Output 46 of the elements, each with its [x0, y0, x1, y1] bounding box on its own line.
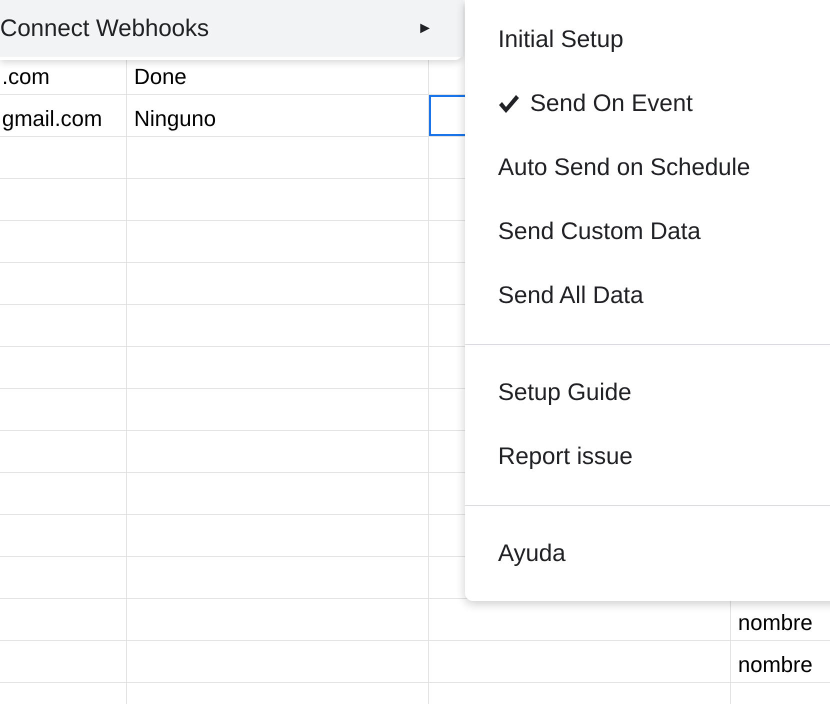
- table-cell[interactable]: [0, 431, 127, 473]
- cell-text: gmail.com: [1, 104, 102, 132]
- cell-text: nombre: [737, 650, 813, 678]
- table-cell[interactable]: [0, 137, 127, 179]
- submenu-item[interactable]: Initial Setup: [465, 8, 830, 72]
- cell-text: nombre: [737, 608, 813, 636]
- table-cell[interactable]: nombre: [731, 641, 830, 683]
- cell-text: .com: [1, 62, 50, 90]
- table-cell[interactable]: [127, 641, 429, 683]
- table-cell[interactable]: [127, 557, 429, 599]
- table-cell[interactable]: [429, 641, 731, 683]
- cell-text: Done: [133, 62, 187, 90]
- table-cell[interactable]: [0, 599, 127, 641]
- table-cell[interactable]: [0, 263, 127, 305]
- table-cell[interactable]: [127, 599, 429, 641]
- submenu-arrow: ►: [417, 20, 433, 38]
- submenu-item[interactable]: Send All Data: [465, 264, 830, 328]
- table-cell[interactable]: [0, 515, 127, 557]
- table-cell[interactable]: [127, 515, 429, 557]
- table-cell[interactable]: Ninguno: [127, 95, 429, 137]
- table-cell[interactable]: gmail.com: [0, 95, 127, 137]
- table-cell[interactable]: [0, 389, 127, 431]
- submenu-item[interactable]: Ayuda: [465, 522, 830, 586]
- table-cell[interactable]: [127, 473, 429, 515]
- table-cell[interactable]: [0, 641, 127, 683]
- table-cell[interactable]: [0, 221, 127, 263]
- cell-text: Ninguno: [133, 104, 216, 132]
- table-cell[interactable]: [127, 137, 429, 179]
- table-cell[interactable]: [127, 221, 429, 263]
- submenu-item[interactable]: Send On Event: [465, 72, 830, 136]
- submenu-item[interactable]: Send Custom Data: [465, 200, 830, 264]
- table-cell[interactable]: [127, 431, 429, 473]
- table-cell[interactable]: [0, 179, 127, 221]
- table-cell[interactable]: [0, 305, 127, 347]
- submenu-item[interactable]: Report issue: [465, 425, 830, 489]
- table-cell[interactable]: [0, 473, 127, 515]
- table-cell[interactable]: [127, 179, 429, 221]
- table-cell[interactable]: [0, 557, 127, 599]
- menu-item[interactable]: Connect Webhooks ►: [0, 0, 463, 57]
- submenu-item[interactable]: Setup Guide: [465, 361, 830, 425]
- table-cell[interactable]: [127, 263, 429, 305]
- table-cell[interactable]: [0, 347, 127, 389]
- table-cell[interactable]: [127, 389, 429, 431]
- submenu-item[interactable]: Auto Send on Schedule: [465, 136, 830, 200]
- table-cell[interactable]: [127, 305, 429, 347]
- table-cell[interactable]: [127, 347, 429, 389]
